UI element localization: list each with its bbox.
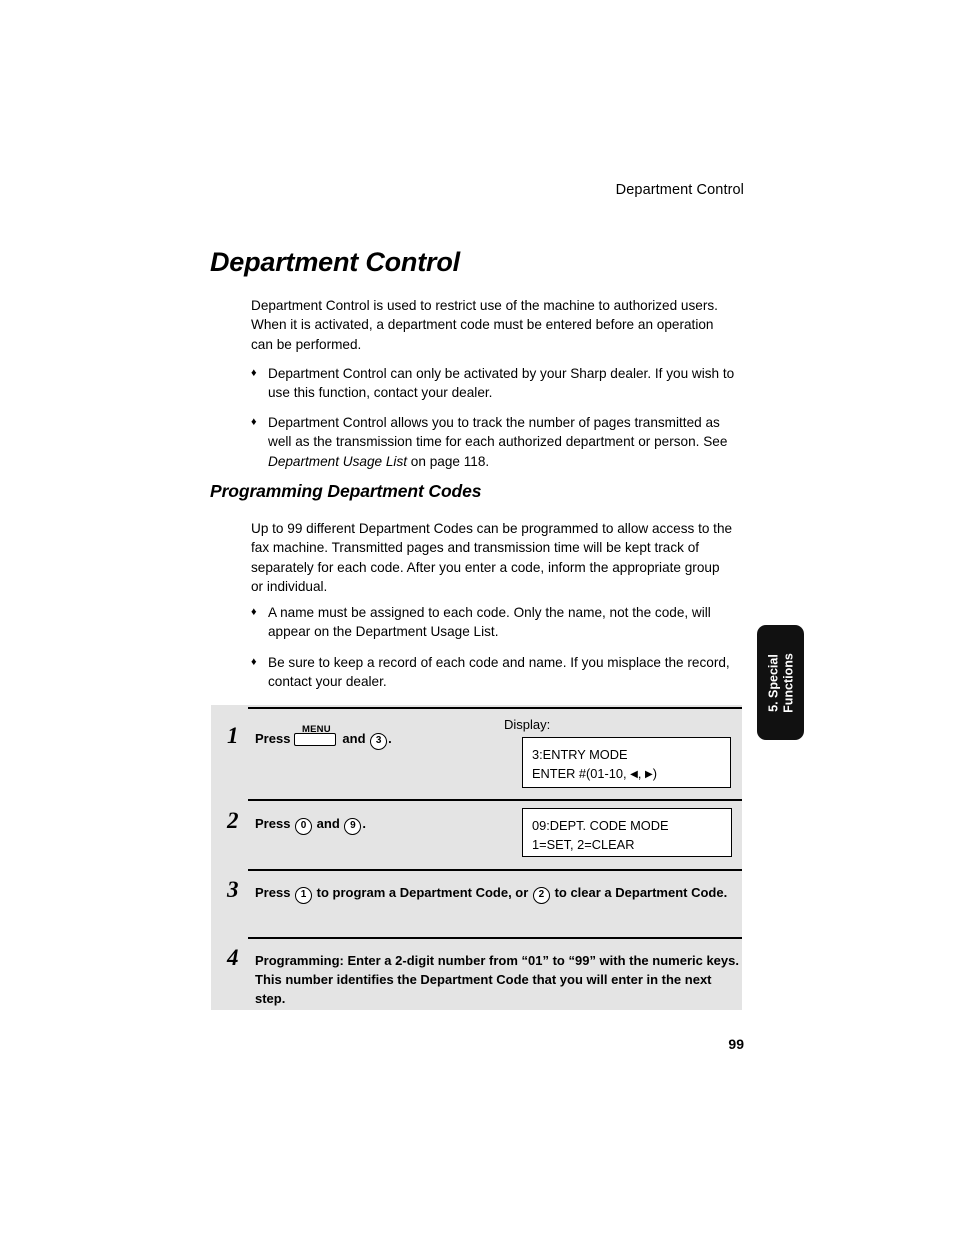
page-title: Department Control bbox=[210, 247, 460, 277]
digit-key-1[interactable]: 1 bbox=[295, 887, 313, 904]
list-item-text-italic: Department Usage List bbox=[268, 453, 408, 469]
step-divider bbox=[248, 707, 742, 709]
lcd-line-1: 3:ENTRY MODE bbox=[532, 747, 628, 762]
lcd-display-step-1: 3:ENTRY MODE ENTER #(01-10, ◀, ▶) bbox=[522, 737, 731, 788]
list-item: ♦ Be sure to keep a record of each code … bbox=[251, 653, 736, 692]
lcd-line-2-before: ENTER #(01-10, bbox=[532, 766, 631, 781]
codes-paragraph: Up to 99 different Department Codes can … bbox=[251, 521, 733, 595]
arrow-right-icon: ▶ bbox=[644, 769, 653, 780]
step-instruction: Programming: Enter a 2-digit number from… bbox=[255, 953, 739, 1006]
page-number: 99 bbox=[728, 1036, 744, 1052]
and-label: and bbox=[316, 816, 340, 831]
diamond-bullet-icon: ♦ bbox=[251, 606, 257, 618]
menu-key-icon[interactable]: MENU bbox=[294, 724, 338, 746]
period: . bbox=[388, 731, 392, 746]
step-instruction: Press 0 and 9. bbox=[255, 814, 505, 835]
diamond-bullet-icon: ♦ bbox=[251, 367, 257, 379]
list-item-text: A name must be assigned to each code. On… bbox=[268, 605, 711, 640]
side-tab-line-2: Functions bbox=[780, 652, 795, 713]
section-heading: Programming Department Codes bbox=[210, 481, 482, 501]
press-label: Press bbox=[255, 885, 291, 900]
procedure-steps-panel: 1 Press MENU and 3. Display: 3:ENTRY MODE … bbox=[211, 705, 742, 1010]
lcd-line-2-after: ) bbox=[652, 766, 657, 781]
list-item: ♦ A name must be assigned to each code. … bbox=[251, 603, 736, 642]
list-item: ♦ Department Control can only be activat… bbox=[251, 364, 736, 403]
list-item-text: Be sure to keep a record of each code an… bbox=[268, 655, 730, 690]
and-label: and bbox=[342, 731, 366, 746]
lcd-line-2-mid: , bbox=[637, 766, 645, 781]
press-label: Press bbox=[255, 816, 291, 831]
step-divider bbox=[248, 799, 742, 801]
menu-key-outline bbox=[294, 733, 337, 746]
digit-key-9[interactable]: 9 bbox=[344, 818, 362, 835]
running-head: Department Control bbox=[615, 182, 744, 198]
step-instruction: Press 1 to program a Department Code, or… bbox=[255, 883, 741, 904]
side-tab-text: 5. Special Functions bbox=[766, 628, 795, 738]
lcd-line-1: 09:DEPT. CODE MODE bbox=[532, 818, 669, 833]
display-label: Display: bbox=[504, 717, 551, 732]
list-item-text-before: Department Control allows you to track t… bbox=[268, 415, 728, 450]
lcd-line-2: ENTER #(01-10, ◀, ▶) bbox=[532, 764, 721, 784]
step-number: 4 bbox=[227, 945, 239, 970]
intro-paragraph: Department Control is used to restrict u… bbox=[251, 298, 718, 352]
step-instruction: Press MENU and 3. bbox=[255, 724, 515, 750]
period: . bbox=[362, 816, 367, 831]
step-text-mid: to program a Department Code, or bbox=[316, 885, 529, 900]
side-tab-line-1: 5. Special bbox=[766, 653, 780, 712]
diamond-bullet-icon: ♦ bbox=[251, 416, 257, 428]
digit-key-0[interactable]: 0 bbox=[295, 818, 313, 835]
step-divider bbox=[248, 869, 742, 871]
step-text-end: to clear a Department Code. bbox=[554, 885, 728, 900]
arrow-left-icon: ◀ bbox=[630, 769, 638, 780]
list-item-text-after: on page 118. bbox=[407, 453, 490, 469]
step-number: 2 bbox=[227, 808, 239, 833]
digit-key-3[interactable]: 3 bbox=[370, 733, 388, 750]
side-tab-special-functions: 5. Special Functions bbox=[757, 625, 804, 740]
diamond-bullet-icon: ♦ bbox=[251, 656, 257, 668]
digit-key-2[interactable]: 2 bbox=[532, 887, 550, 904]
step-number: 3 bbox=[227, 877, 239, 902]
list-item: ♦ Department Control allows you to track … bbox=[251, 413, 736, 471]
press-label: Press bbox=[255, 731, 291, 746]
step-number: 1 bbox=[227, 723, 239, 748]
list-item-text: Department Control can only be activated… bbox=[268, 366, 735, 401]
lcd-display-step-2: 09:DEPT. CODE MODE 1=SET, 2=CLEAR bbox=[522, 808, 732, 857]
step-divider bbox=[248, 937, 742, 939]
page-canvas: Department Control Department Control De… bbox=[0, 0, 954, 1235]
lcd-line-2: 1=SET, 2=CLEAR bbox=[532, 837, 635, 852]
